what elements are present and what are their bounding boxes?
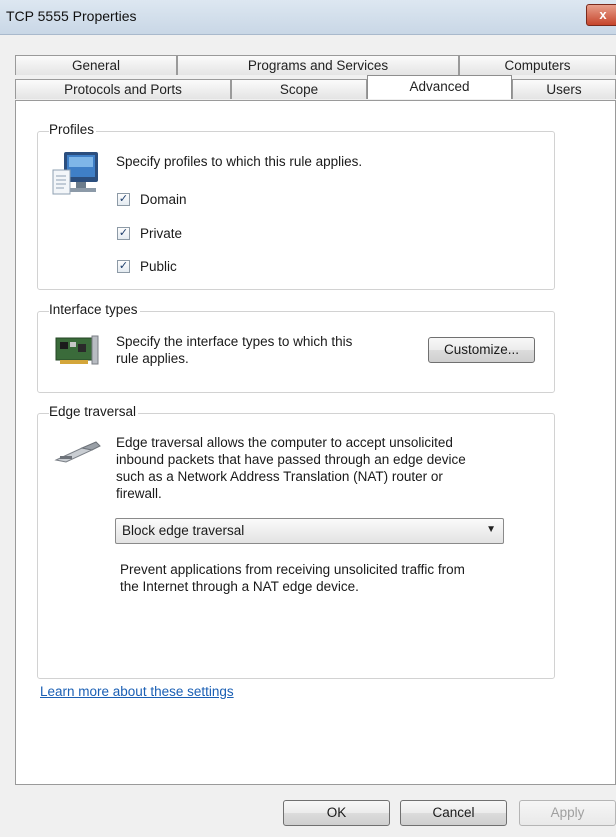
monitor-icon bbox=[52, 152, 98, 195]
customize-button[interactable]: Customize... bbox=[428, 337, 535, 363]
profiles-description: Specify profiles to which this rule appl… bbox=[116, 154, 363, 169]
apply-button[interactable]: Apply bbox=[519, 800, 616, 826]
public-checkbox-label[interactable]: Public bbox=[140, 258, 177, 275]
edge-traversal-description-line2: inbound packets that have passed through… bbox=[116, 452, 466, 467]
tab-general[interactable]: General bbox=[15, 55, 177, 75]
tab-advanced[interactable]: Advanced bbox=[367, 75, 512, 99]
private-checkbox-label[interactable]: Private bbox=[140, 225, 182, 242]
edge-traversal-selected-value[interactable]: Block edge traversal bbox=[122, 523, 244, 538]
profiles-group-title: Profiles bbox=[49, 122, 97, 137]
tab-protocols-and-ports[interactable]: Protocols and Ports bbox=[15, 79, 231, 99]
learn-more-link[interactable]: Learn more about these settings bbox=[40, 684, 234, 699]
edge-traversal-select[interactable]: Block edge traversal ▼ bbox=[115, 518, 504, 544]
tab-programs-and-services[interactable]: Programs and Services bbox=[177, 55, 459, 75]
ok-button[interactable]: OK bbox=[283, 800, 390, 826]
edge-traversal-help-line1: Prevent applications from receiving unso… bbox=[120, 562, 465, 577]
edge-traversal-description-line1: Edge traversal allows the computer to ac… bbox=[116, 435, 453, 450]
edge-traversal-group-title: Edge traversal bbox=[49, 404, 139, 419]
edge-traversal-help-line2: the Internet through a NAT edge device. bbox=[120, 579, 359, 594]
close-icon[interactable]: x bbox=[599, 7, 606, 22]
edge-traversal-description-line4: firewall. bbox=[116, 486, 162, 501]
domain-checkbox-label[interactable]: Domain bbox=[140, 191, 187, 208]
network-card-icon bbox=[55, 335, 99, 365]
interface-types-description-line2: rule applies. bbox=[116, 351, 189, 366]
tab-scope[interactable]: Scope bbox=[231, 79, 367, 99]
title-bar: TCP 5555 Properties x bbox=[0, 0, 616, 35]
network-cable-icon bbox=[54, 441, 101, 463]
domain-checkbox[interactable]: ✓ bbox=[117, 193, 130, 206]
cancel-button[interactable]: Cancel bbox=[400, 800, 507, 826]
close-button[interactable]: x bbox=[586, 4, 616, 26]
tab-computers[interactable]: Computers bbox=[459, 55, 616, 75]
tab-users[interactable]: Users bbox=[512, 79, 616, 99]
private-checkbox[interactable]: ✓ bbox=[117, 227, 130, 240]
dropdown-arrow-icon[interactable]: ▼ bbox=[486, 524, 496, 535]
interface-types-description-line1: Specify the interface types to which thi… bbox=[116, 334, 353, 349]
window-title: TCP 5555 Properties bbox=[6, 8, 137, 24]
interface-types-group-title: Interface types bbox=[49, 302, 140, 317]
edge-traversal-description-line3: such as a Network Address Translation (N… bbox=[116, 469, 443, 484]
public-checkbox[interactable]: ✓ bbox=[117, 260, 130, 273]
